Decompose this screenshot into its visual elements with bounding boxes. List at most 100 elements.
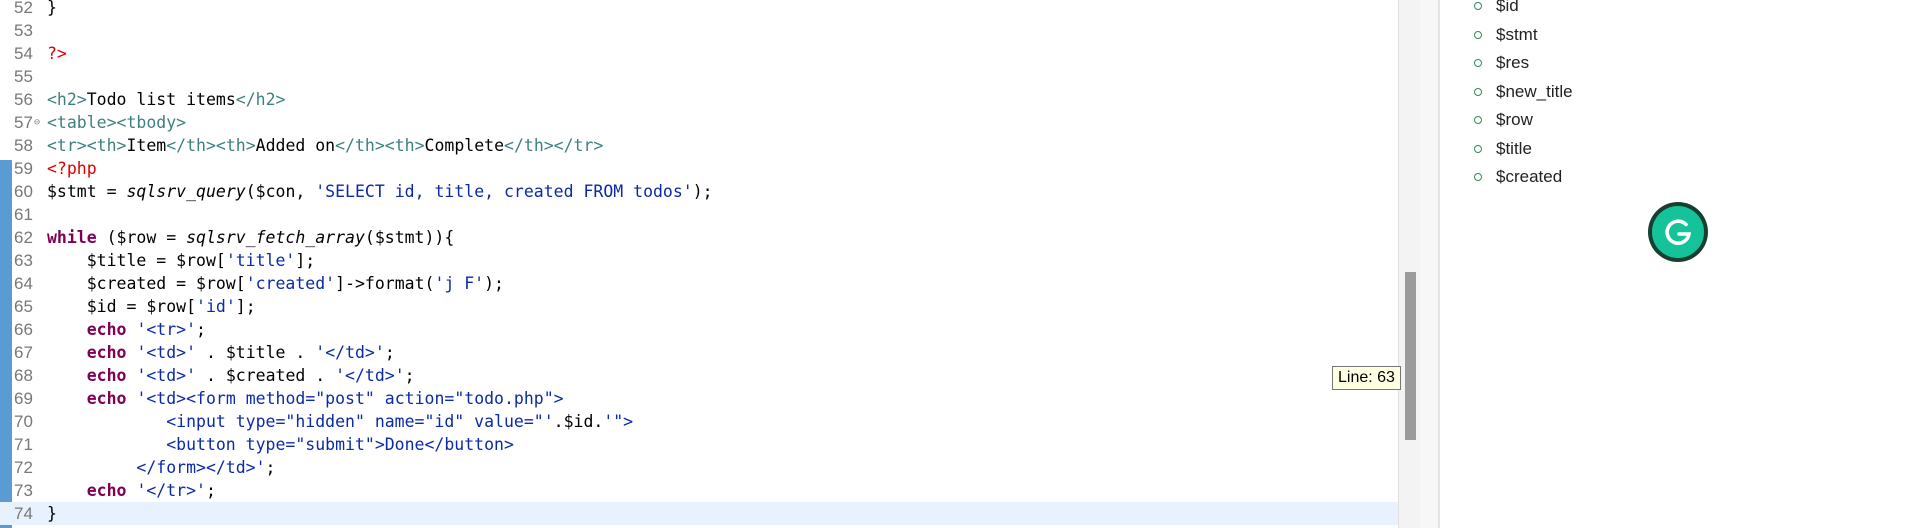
code-line[interactable]: 52} — [0, 0, 1398, 19]
code-line[interactable]: 62 while ($row = sqlsrv_fetch_array($stmt… — [0, 226, 1398, 249]
code-line[interactable]: 59 <?php — [0, 157, 1398, 180]
variable-circle-icon — [1474, 87, 1482, 96]
code-line[interactable]: 54 ?> — [0, 42, 1398, 65]
scrollbar-thumb[interactable] — [1405, 272, 1416, 440]
line-number: 53 — [14, 21, 33, 40]
code-line[interactable]: 70 <input type="hidden" name="id" value=… — [0, 410, 1398, 433]
code-text: </form></td>'; — [47, 456, 275, 479]
code-token: '</td>' — [335, 366, 405, 385]
line-number: 63 — [14, 251, 33, 270]
outline-item[interactable]: $stmt — [1496, 21, 1538, 49]
code-text: echo '<td>' . $title . '</td>'; — [47, 341, 395, 364]
code-line[interactable]: 69 echo '<td><form method="post" action=… — [0, 387, 1398, 410]
outline-item[interactable]: $title — [1496, 135, 1532, 163]
code-line[interactable]: 55 — [0, 65, 1398, 88]
code-line[interactable]: 56 <h2>Todo list items</h2> — [0, 88, 1398, 111]
code-line[interactable]: 71 <button type="submit">Done</button> — [0, 433, 1398, 456]
code-token: echo — [86, 366, 127, 385]
variable-circle-icon — [1474, 116, 1482, 124]
code-token: '"> — [603, 412, 634, 431]
line-number: 70 — [14, 412, 33, 431]
line-number: 66 — [14, 320, 33, 339]
code-token: </th><th> — [166, 136, 256, 155]
outline-item[interactable]: $res — [1496, 49, 1529, 77]
code-token: </h2> — [235, 90, 286, 109]
code-token: <h2> — [47, 90, 87, 109]
code-token: <tr><th> — [47, 136, 127, 155]
code-token: echo — [86, 320, 127, 339]
code-line[interactable]: 58 <tr><th>Item</th><th>Added on</th><th>… — [0, 134, 1398, 157]
code-text: } — [47, 0, 57, 19]
code-line[interactable]: 60 $stmt = sqlsrv_query($con, 'SELECT id,… — [0, 180, 1398, 203]
code-token: ; — [384, 343, 395, 362]
code-token: ($con, — [245, 182, 316, 201]
line-tooltip: Line: 63 — [1332, 366, 1401, 390]
variable-circle-icon — [1474, 144, 1482, 153]
code-token: . $title . — [196, 343, 316, 362]
outline-item[interactable]: $id — [1496, 0, 1519, 20]
code-token: $title = $row[ — [47, 251, 226, 270]
code-line[interactable]: 57 ⊖ <table><tbody> — [0, 111, 1398, 134]
code-line[interactable]: 64 $created = $row['created']->format('j… — [0, 272, 1398, 295]
code-line[interactable]: 61 — [0, 203, 1398, 226]
code-line[interactable]: 63 $title = $row['title']; — [0, 249, 1398, 272]
line-number: 68 — [14, 366, 33, 385]
code-editor[interactable]: 52} 53 54 ?> 55 56 <h2>Todo list items</h2> 57 ⊖… — [0, 0, 1398, 528]
line-number: 52 — [14, 0, 33, 17]
code-token: <table><tbody> — [47, 113, 187, 132]
vertical-scrollbar[interactable] — [1398, 0, 1421, 528]
code-text: echo '<tr>'; — [47, 318, 206, 341]
code-text: <input type="hidden" name="id" value="'.… — [47, 410, 633, 433]
line-number: 56 — [14, 90, 33, 109]
code-token: } — [47, 504, 57, 523]
code-token: echo — [86, 389, 127, 408]
code-line[interactable]: 66 echo '<tr>'; — [0, 318, 1398, 341]
code-text: $created = $row['created']->format('j F'… — [47, 272, 504, 295]
outline-item[interactable]: $created — [1496, 163, 1562, 191]
code-line[interactable]: 53 — [0, 19, 1398, 42]
code-token: Complete — [424, 136, 505, 155]
line-number: 65 — [14, 297, 33, 316]
code-token: 'SELECT id, title, created FROM todos' — [315, 182, 693, 201]
code-token: ($stmt)){ — [364, 228, 455, 247]
code-line[interactable]: 65 $id = $row['id']; — [0, 295, 1398, 318]
code-token: '</td>' — [315, 343, 385, 362]
code-token: Todo list items — [86, 90, 236, 109]
line-number: 73 — [14, 481, 33, 500]
code-token: sqlsrv_fetch_array — [186, 228, 365, 247]
collapse-minus-icon[interactable]: ⊖ — [34, 111, 40, 134]
outline-panel: $id $stmt $res $new_title $row $title $created — [1440, 0, 1920, 528]
code-token: ?> — [47, 44, 67, 63]
code-token: '<td>' — [136, 343, 197, 362]
code-token: 'j F' — [434, 274, 485, 293]
code-line[interactable]: 68 echo '<td>' . $created . '</td>'; — [0, 364, 1398, 387]
drag-handle-icon[interactable]: ⠿ — [1648, 248, 1660, 260]
code-line[interactable]: 73 echo '</tr>'; — [0, 479, 1398, 502]
code-token: ; — [196, 320, 206, 339]
outline-item[interactable]: $row — [1496, 106, 1533, 134]
variable-circle-icon — [1474, 173, 1482, 181]
code-token: $created = $row[ — [47, 274, 246, 293]
code-text: <tr><th>Item</th><th>Added on</th><th>Co… — [47, 134, 603, 157]
code-text: <?php — [47, 157, 97, 180]
outline-item[interactable]: $new_title — [1496, 78, 1573, 106]
code-token: <?php — [47, 159, 97, 178]
code-line[interactable]: 72 </form></td>'; — [0, 456, 1398, 479]
grammarly-button[interactable]: ⠿ — [1648, 202, 1708, 262]
code-line[interactable]: 67 echo '<td>' . $title . '</td>'; — [0, 341, 1398, 364]
code-text: echo '</tr>'; — [47, 479, 216, 502]
code-text: <button type="submit">Done</button> — [47, 433, 514, 456]
line-number: 60 — [14, 182, 33, 201]
code-line[interactable]: 74} — [0, 502, 1398, 525]
panel-divider[interactable] — [1420, 0, 1440, 528]
code-token: while — [47, 228, 97, 247]
code-token: . $created . — [196, 366, 336, 385]
line-number: 71 — [14, 435, 33, 454]
variable-circle-icon — [1474, 30, 1482, 39]
code-token: <input type="hidden" name="id" value="' — [47, 412, 554, 431]
